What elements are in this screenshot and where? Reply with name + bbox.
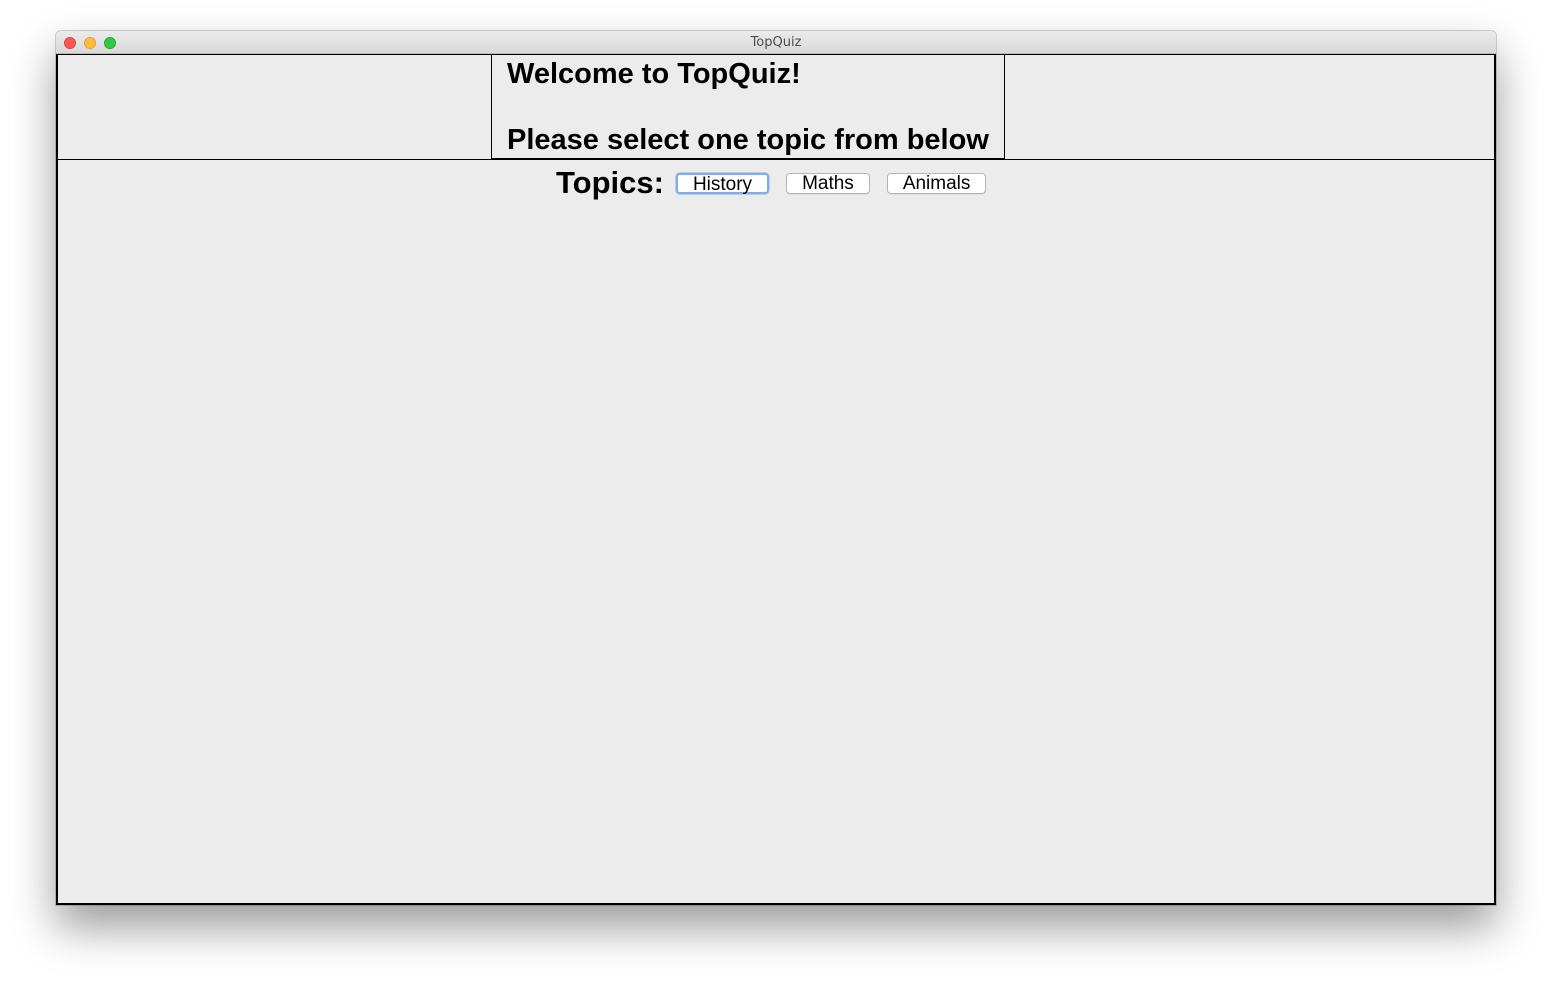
- welcome-box: Welcome to TopQuiz! Please select one to…: [491, 55, 1005, 159]
- topics-label: Topics:: [556, 165, 664, 200]
- content-panel: Welcome to TopQuiz! Please select one to…: [56, 54, 1496, 905]
- app-window: TopQuiz Welcome to TopQuiz! Please selec…: [56, 31, 1496, 905]
- topics-row: Topics: History Maths Animals: [556, 165, 1003, 201]
- instruction-text: Please select one topic from below: [507, 124, 989, 156]
- maths-topic-button[interactable]: Maths: [786, 172, 870, 194]
- welcome-heading: Welcome to TopQuiz!: [507, 58, 801, 90]
- history-topic-button[interactable]: History: [675, 172, 770, 194]
- header-panel: Welcome to TopQuiz! Please select one to…: [58, 55, 1496, 160]
- animals-topic-button[interactable]: Animals: [886, 172, 987, 194]
- window-title: TopQuiz: [750, 35, 802, 50]
- title-bar[interactable]: TopQuiz: [56, 31, 1496, 54]
